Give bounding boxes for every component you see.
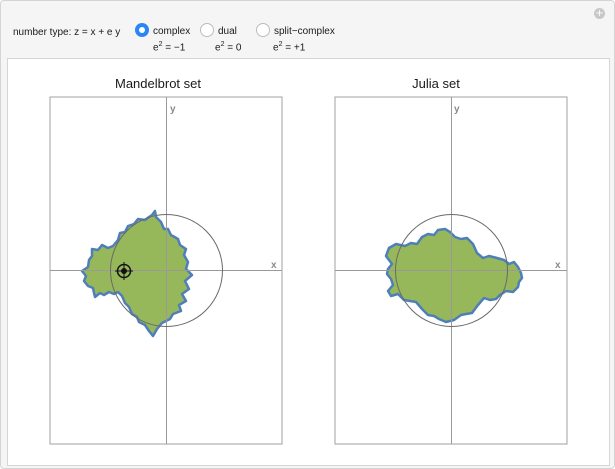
app-window: + number type: z = x + e y complex e2 = … bbox=[0, 0, 615, 469]
julia-x-label: x bbox=[555, 260, 561, 271]
plus-icon[interactable]: + bbox=[594, 8, 605, 19]
radio-sub-complex: e2 = −1 bbox=[153, 41, 186, 54]
mandelbrot-x-label: x bbox=[271, 260, 277, 271]
julia-set-region bbox=[384, 227, 524, 324]
radio-label-dual: dual bbox=[218, 26, 237, 37]
radio-circle-split-complex[interactable] bbox=[256, 23, 270, 37]
radio-label-complex: complex bbox=[153, 26, 191, 37]
julia-y-label: y bbox=[454, 104, 460, 115]
radio-sub-split-complex: e2 = +1 bbox=[273, 41, 306, 54]
plots-canvas: y x y x bbox=[49, 96, 568, 445]
radio-sub-dual: e2 = 0 bbox=[215, 41, 242, 54]
mandelbrot-set-region bbox=[80, 209, 194, 338]
number-type-label: number type: z = x + e y bbox=[13, 27, 121, 38]
mandelbrot-y-label: y bbox=[170, 104, 176, 115]
radio-label-split-complex: split−complex bbox=[274, 26, 335, 37]
radio-circle-complex[interactable] bbox=[135, 23, 149, 37]
radio-circle-dual[interactable] bbox=[200, 23, 214, 37]
plots-panel: Mandelbrot set Julia set y x y x bbox=[7, 58, 610, 466]
